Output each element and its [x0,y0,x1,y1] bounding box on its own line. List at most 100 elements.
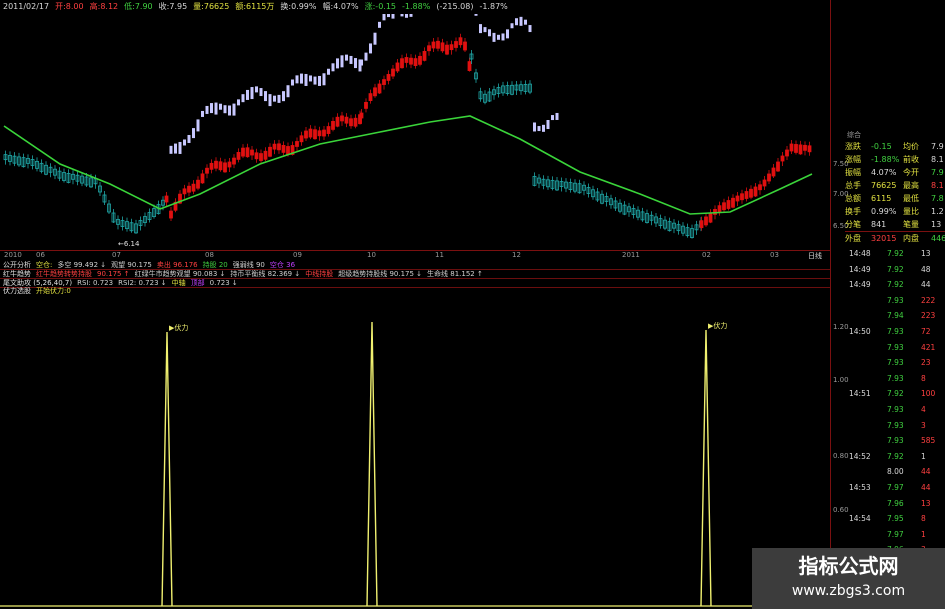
candle-neutral [250,87,254,100]
candle-up [771,167,776,177]
indicator-value: 中线持股 [305,270,334,278]
candle-up [364,102,368,109]
candle-neutral [313,76,317,85]
tick-row: 14:50 7.93 72 [849,326,945,338]
signal-spike [366,321,378,607]
quote-value: 8.1 [931,181,944,190]
candle-up [227,161,232,168]
candle-neutral [533,122,536,132]
indicator-value: 90.175 ↑ [97,270,130,278]
quote-value: 7.9 [931,142,944,151]
candle-neutral [322,73,326,86]
candle-neutral [169,145,173,154]
candle-up [758,184,762,191]
candle-neutral [483,27,487,33]
candle-up [200,173,205,184]
indicator-value: 中轴 [171,279,186,287]
header-item: -1.88% [402,2,431,11]
candle-up [467,61,472,71]
indicator-value: 多空 99.492 ↓ [57,261,107,269]
candle-up [767,173,771,182]
quote-row: 涨跌 -0.15 均价 7.9 [845,140,945,154]
quote-label: 今开 [903,168,919,177]
indicator-row-public[interactable]: 公开分析 空仓: 多空 99.492 ↓ 观望 90.175 卖出 96.176 持股 2… [0,261,830,270]
candle-up [187,185,191,193]
tick-price: 7.92 [887,389,904,399]
tick-price: 8.00 [887,467,904,477]
candle-up [807,145,812,153]
tick-vol: 421 [921,342,936,352]
tick-price: 7.92 [887,264,904,274]
candle-up [281,145,286,153]
tick-row: 14:53 7.97 44 [849,482,945,494]
date-tick-label: 11 [435,251,444,259]
candle-up [449,44,454,51]
candle-neutral [327,68,330,75]
candle-neutral [391,14,395,19]
candle-up [182,188,187,195]
tick-vol: 72 [921,327,931,336]
candle-neutral [488,29,491,37]
quote-value: 4.07% [871,168,897,177]
tick-time: 14:49 [849,280,871,290]
indicator-value: 持股 20 [202,261,228,269]
candle-up [436,40,440,49]
quote-label: 换手 [845,207,861,216]
indicator-value: RSI: 0.723 [77,279,114,287]
candle-neutral [187,134,191,143]
period-label[interactable]: 日线 [808,251,822,261]
candle-up [431,41,436,49]
tick-price: 7.94 [887,311,904,321]
header-item: 涨:-0.15 [364,2,397,11]
indicator-row-trend[interactable]: 红牛趋势 红牛趋势转势持股 90.175 ↑ 红绿牛市趋势观望 90.083 ↓ 持币平… [0,270,830,279]
tick-vol: 23 [921,358,931,368]
indicator-value: 尾文助攻 (5,26,40,7) [3,279,73,287]
candle-up [191,183,196,192]
candle-up [722,202,726,211]
candle-neutral [192,128,195,139]
candle-neutral [291,79,294,86]
tick-row: 7.93 4 [849,404,945,416]
tick-row: 7.93 585 [849,435,945,447]
tick-row: 14:49 7.92 48 [849,264,945,276]
indicator-value: 顶部 [190,279,205,287]
candle-neutral [373,32,377,45]
quote-row: 涨幅 -1.88% 前收 8.1 [845,153,945,167]
candle-up [250,149,254,156]
tick-row: 14:51 7.92 100 [849,388,945,400]
candle-neutral [210,103,213,114]
moving-average-line [3,115,813,215]
header-item: 量:76625 [193,2,230,11]
candle-neutral [273,95,276,102]
tick-price: 7.93 [887,420,904,430]
candle-neutral [183,139,186,146]
header-item: 高:8.12 [89,2,119,11]
indicator-value: 0.723 ↓ [209,279,238,287]
indicator-value: 公开分析 [3,261,31,269]
candle-up [386,74,391,81]
candle-neutral [400,14,404,17]
header-item: 开:8.00 [55,2,84,11]
candle-neutral [309,75,312,82]
candle-neutral [331,63,335,72]
candle-neutral [510,23,514,29]
quote-label: 总额 [845,194,861,203]
tick-time: 14:49 [849,264,871,274]
tick-price: 7.97 [887,529,904,539]
date-tick-label: 2011 [622,251,640,259]
tick-row: 7.94 223 [849,310,945,322]
date-tick-label: 10 [367,251,376,259]
candle-neutral [268,94,272,107]
tick-vol: 44 [921,280,931,290]
header-item: 幅:4.07% [322,2,359,11]
tick-row: 7.93 222 [849,295,945,307]
signal-indicator-chart[interactable]: ▶伏力 ▶伏力 [0,296,830,609]
tick-row: 14:52 7.92 1 [849,451,945,463]
candlestick-chart[interactable]: ←6.14 [0,14,830,250]
candle-up [164,195,169,203]
quote-value: 8.1 [931,155,944,164]
quote-value: 0.99% [871,207,897,216]
tick-vol: 4 [921,405,926,414]
indicator-row-signal[interactable]: 伏力选股 开始伏力:0 [0,287,830,296]
tick-row: 7.96 13 [849,498,945,510]
